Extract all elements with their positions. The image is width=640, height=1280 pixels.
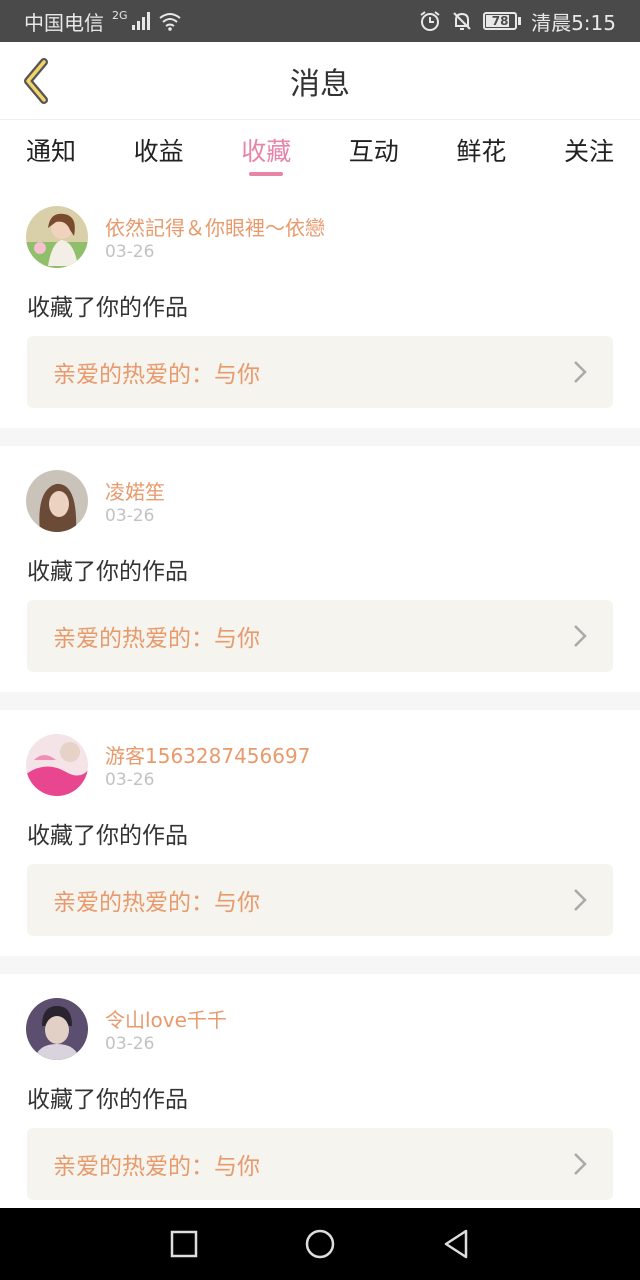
- divider: [0, 956, 640, 974]
- action-text: 收藏了你的作品: [27, 295, 188, 321]
- avatar[interactable]: [26, 998, 88, 1060]
- active-tab-indicator: [249, 172, 284, 176]
- tab-earnings[interactable]: 收益: [134, 120, 184, 182]
- tab-bar: 通知 收益 收藏 互动 鲜花 关注: [0, 120, 640, 182]
- tab-interactions[interactable]: 互动: [349, 120, 399, 182]
- divider: [0, 692, 640, 710]
- avatar[interactable]: [26, 470, 88, 532]
- alarm-icon: [420, 11, 440, 31]
- home-button[interactable]: [300, 1224, 340, 1264]
- tab-flowers[interactable]: 鲜花: [456, 120, 506, 182]
- tab-label: 互动: [348, 137, 399, 166]
- list-item: 依然記得＆你眼裡～依戀 03-26 收藏了你的作品 亲爱的热爱的：与你: [0, 182, 640, 428]
- clock: 清晨5:15: [531, 10, 616, 35]
- mute-bell-icon: [453, 12, 471, 30]
- avatar[interactable]: [26, 206, 88, 268]
- avatar[interactable]: [26, 734, 88, 796]
- date: 03-26: [105, 506, 155, 526]
- divider: [0, 428, 640, 446]
- list-item: 令山love千千 03-26 收藏了你的作品 亲爱的热爱的：与你: [0, 974, 640, 1220]
- tab-label: 关注: [563, 137, 614, 166]
- work-link[interactable]: 亲爱的热爱的：与你: [27, 600, 613, 672]
- tab-label: 收藏: [241, 137, 292, 166]
- work-title: 亲爱的热爱的：与你: [53, 362, 260, 388]
- chevron-right-icon: [574, 1153, 587, 1175]
- user-name[interactable]: 令山love千千: [105, 1004, 227, 1033]
- user-name[interactable]: 凌婼笙: [105, 476, 165, 505]
- list-item: 凌婼笙 03-26 收藏了你的作品 亲爱的热爱的：与你: [0, 446, 640, 692]
- work-title: 亲爱的热爱的：与你: [53, 1154, 260, 1180]
- chevron-left-icon: [24, 58, 48, 104]
- header: 消息: [0, 42, 640, 120]
- message-list: 依然記得＆你眼裡～依戀 03-26 收藏了你的作品 亲爱的热爱的：与你 凌婼笙 …: [0, 182, 640, 1220]
- recent-apps-button[interactable]: [164, 1224, 204, 1264]
- tab-label: 收益: [133, 137, 184, 166]
- chevron-right-icon: [574, 625, 587, 647]
- signal-icon: [131, 12, 150, 30]
- page-title: 消息: [290, 66, 350, 102]
- wifi-icon: [158, 13, 181, 31]
- work-link[interactable]: 亲爱的热爱的：与你: [27, 864, 613, 936]
- tab-favorites[interactable]: 收藏: [241, 120, 291, 182]
- chevron-right-icon: [574, 361, 587, 383]
- action-text: 收藏了你的作品: [27, 559, 188, 585]
- battery-icon: 78: [483, 12, 522, 30]
- user-name[interactable]: 游客1563287456697: [105, 740, 310, 769]
- action-text: 收藏了你的作品: [27, 823, 188, 849]
- square-icon: [170, 1230, 198, 1258]
- tab-follows[interactable]: 关注: [564, 120, 614, 182]
- system-nav-bar: [0, 1208, 640, 1280]
- battery-level: 78: [491, 14, 509, 28]
- network-type: 2G: [112, 8, 128, 22]
- system-back-button[interactable]: [436, 1224, 476, 1264]
- date: 03-26: [105, 242, 155, 262]
- circle-icon: [305, 1229, 335, 1259]
- status-bar: 中国电信 2G 78 清晨5:15: [0, 0, 640, 42]
- tab-notifications[interactable]: 通知: [26, 120, 76, 182]
- work-title: 亲爱的热爱的：与你: [53, 626, 260, 652]
- work-title: 亲爱的热爱的：与你: [53, 890, 260, 916]
- triangle-back-icon: [444, 1229, 468, 1259]
- tab-label: 鲜花: [456, 137, 507, 166]
- work-link[interactable]: 亲爱的热爱的：与你: [27, 336, 613, 408]
- carrier-label: 中国电信: [24, 10, 104, 35]
- action-text: 收藏了你的作品: [27, 1087, 188, 1113]
- list-item: 游客1563287456697 03-26 收藏了你的作品 亲爱的热爱的：与你: [0, 710, 640, 956]
- chevron-right-icon: [574, 889, 587, 911]
- back-button[interactable]: [14, 56, 58, 106]
- tab-label: 通知: [26, 137, 77, 166]
- work-link[interactable]: 亲爱的热爱的：与你: [27, 1128, 613, 1200]
- date: 03-26: [105, 770, 155, 790]
- date: 03-26: [105, 1034, 155, 1054]
- user-name[interactable]: 依然記得＆你眼裡～依戀: [105, 212, 325, 241]
